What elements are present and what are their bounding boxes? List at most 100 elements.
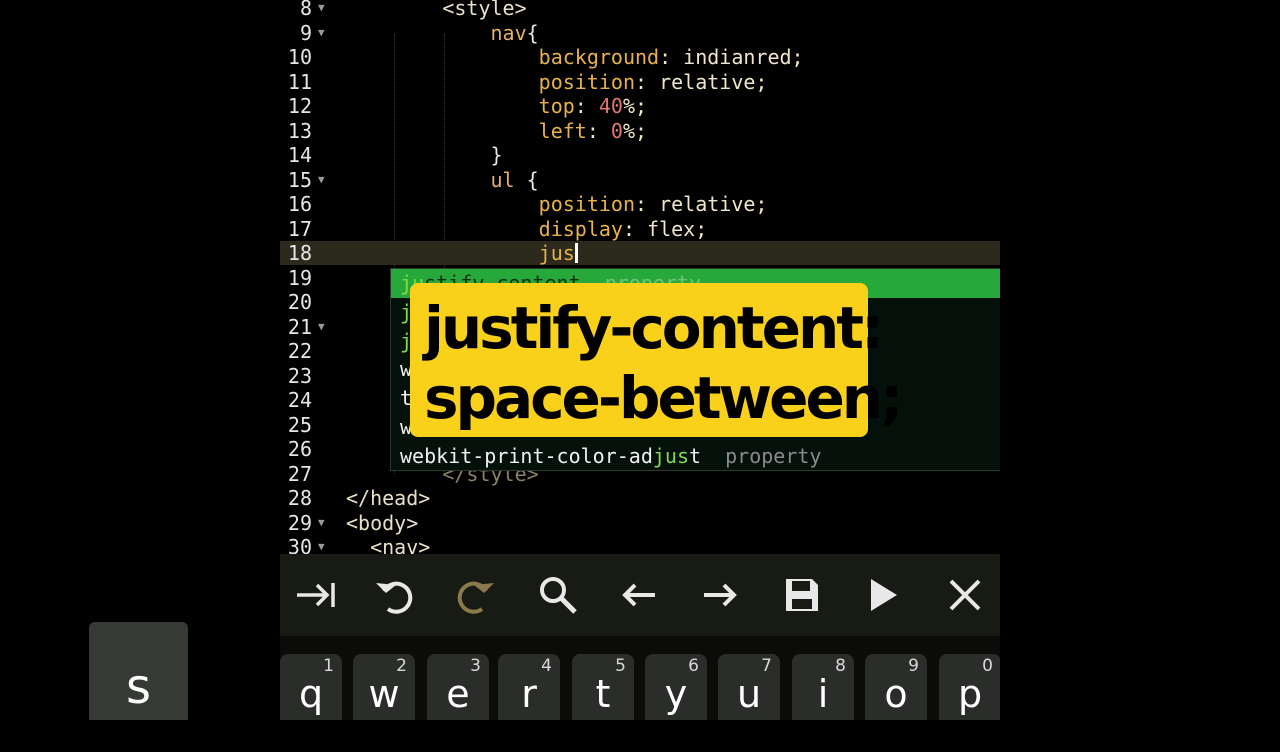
code-token: %; <box>622 94 648 118</box>
line-number: 23 <box>287 363 312 388</box>
line-number: 8 <box>299 0 312 20</box>
line-number: 16 <box>287 192 312 216</box>
code-line[interactable]: 28 </head> <box>280 486 1000 510</box>
key-t[interactable]: 5t <box>572 654 634 720</box>
code-token: %; <box>622 118 648 143</box>
line-code: background: indianred; <box>346 45 804 69</box>
line-number: 15 <box>287 167 312 192</box>
code-token: position <box>538 192 635 216</box>
caption-line-2: space-between; <box>424 364 903 432</box>
save-icon[interactable] <box>767 566 837 624</box>
fold-toggle-icon[interactable]: ▼ <box>318 21 325 45</box>
code-token: } <box>490 143 503 167</box>
key-char: y <box>664 672 688 716</box>
code-token: { <box>514 167 539 192</box>
code-line[interactable]: 30 ▼ <nav> <box>280 535 1000 554</box>
run-icon[interactable] <box>848 566 918 624</box>
fold-toggle-icon[interactable]: ▼ <box>318 0 325 20</box>
key-char: i <box>817 672 829 716</box>
line-number: 27 <box>287 461 312 486</box>
line-number: 28 <box>287 486 312 510</box>
app-screen: 8 ▼ <style> 9 ▼ nav{10 background: indianre… <box>280 0 1000 720</box>
code-token: top <box>538 94 575 118</box>
key-char: o <box>884 672 908 716</box>
code-line[interactable]: 17 display: flex; <box>280 217 1000 241</box>
code-line[interactable]: 12 top: 40%; <box>280 94 1000 118</box>
key-i[interactable]: 8i <box>792 654 854 720</box>
code-line[interactable]: 29 ▼ <body> <box>280 511 1000 535</box>
tab-icon[interactable] <box>280 566 350 624</box>
arrow-right-icon[interactable] <box>685 566 755 624</box>
line-code: <nav> <box>346 535 430 554</box>
close-icon[interactable] <box>930 566 1000 624</box>
code-line[interactable]: 16 position: relative; <box>280 192 1000 216</box>
key-popup: s <box>89 622 188 720</box>
line-number: 10 <box>287 45 312 69</box>
key-w[interactable]: 2w <box>353 654 415 720</box>
key-y[interactable]: 6y <box>645 654 707 720</box>
code-line[interactable]: 11 position: relative; <box>280 70 1000 94</box>
code-line[interactable]: 18 jus <box>280 241 1000 265</box>
code-token: { <box>526 20 539 45</box>
suggestion-post: t <box>689 443 702 468</box>
line-code: <style> <box>346 0 527 20</box>
code-token: 0 <box>610 118 623 143</box>
code-token: : <box>586 118 611 143</box>
suggestion-item[interactable]: webkit-print-color-adjust property <box>391 442 1000 471</box>
line-code: ul { <box>346 168 539 192</box>
fold-toggle-icon[interactable]: ▼ <box>318 315 325 339</box>
fold-toggle-icon[interactable]: ▼ <box>318 168 325 192</box>
line-code: position: relative; <box>346 192 768 216</box>
key-r[interactable]: 4r <box>498 654 560 720</box>
code-token: </head> <box>346 486 431 510</box>
code-token: 40 <box>598 94 623 118</box>
code-token: : relative; <box>634 192 768 216</box>
code-line[interactable]: 13 left: 0%; <box>280 119 1000 143</box>
fold-toggle-icon[interactable]: ▼ <box>318 511 325 535</box>
key-char: p <box>957 672 983 716</box>
code-token: <style> <box>442 0 527 20</box>
key-u[interactable]: 7u <box>718 654 780 720</box>
line-code: </head> <box>346 486 430 510</box>
key-o[interactable]: 9o <box>865 654 927 720</box>
suggestion-pre: webkit-print-color-ad <box>400 443 653 468</box>
code-line[interactable]: 14 } <box>280 143 1000 167</box>
arrow-left-icon[interactable] <box>604 566 674 624</box>
soft-keyboard: 1q2w3e4r5t6y7u8i9o0p <box>280 636 1000 720</box>
line-number: 24 <box>287 388 312 412</box>
search-icon[interactable] <box>523 566 593 624</box>
line-code: position: relative; <box>346 69 768 94</box>
line-number: 13 <box>287 118 312 143</box>
suggestion-kind: property <box>725 443 822 468</box>
code-token: position <box>538 69 635 94</box>
key-e[interactable]: 3e <box>427 654 489 720</box>
code-line[interactable]: 8 ▼ <style> <box>280 0 1000 20</box>
redo-icon[interactable] <box>441 566 511 624</box>
key-q[interactable]: 1q <box>280 654 342 720</box>
line-number: 22 <box>287 339 312 363</box>
code-line[interactable]: 9 ▼ nav{ <box>280 21 1000 45</box>
code-line[interactable]: 15 ▼ ul { <box>280 168 1000 192</box>
fold-toggle-icon[interactable]: ▼ <box>318 535 325 554</box>
undo-icon[interactable] <box>359 566 429 624</box>
line-number: 17 <box>287 216 312 241</box>
line-code: nav{ <box>346 21 539 45</box>
key-p[interactable]: 0p <box>939 654 1000 720</box>
code-token: jus <box>538 241 575 265</box>
code-line[interactable]: 10 background: indianred; <box>280 45 1000 69</box>
key-char: w <box>368 672 400 716</box>
code-token: <body> <box>346 510 419 535</box>
line-code: display: flex; <box>346 216 708 241</box>
line-code: left: 0%; <box>346 119 647 143</box>
line-number: 18 <box>287 241 312 265</box>
line-number: 14 <box>287 143 312 167</box>
code-token: : flex; <box>622 216 708 241</box>
key-char: e <box>446 672 470 716</box>
